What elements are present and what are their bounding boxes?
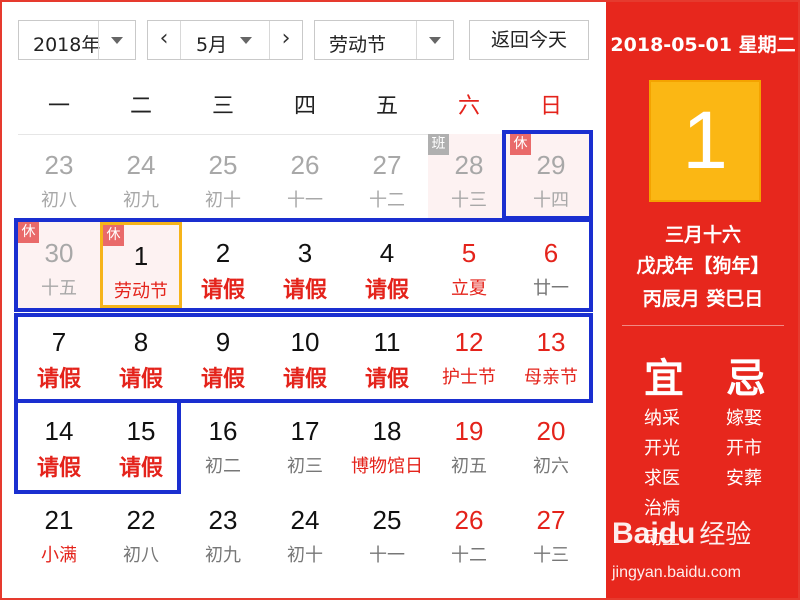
window-frame [0, 0, 800, 600]
